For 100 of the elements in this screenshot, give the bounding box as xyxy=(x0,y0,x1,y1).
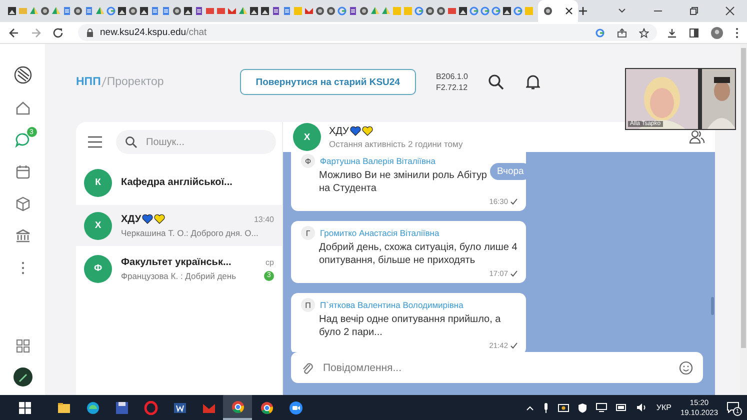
chat-list-item[interactable]: Х ХДУ 13:40 Черкашина Т. О.: Доброго дня. О... xyxy=(76,205,282,246)
message-text: Над вечір одне опитування прийшло, а було 2 пари... xyxy=(318,314,502,339)
people-icon[interactable] xyxy=(689,129,705,145)
address-field[interactable]: new.ksu24.kspu.edu/chat xyxy=(78,24,657,41)
close-icon[interactable] xyxy=(725,6,735,16)
document-icon xyxy=(160,6,170,16)
camera-icon[interactable] xyxy=(558,403,570,412)
chat-title: ХДУ xyxy=(329,126,349,136)
photo-icon xyxy=(458,6,468,16)
home-icon[interactable] xyxy=(14,100,30,116)
avatar: Г xyxy=(301,226,315,240)
smiley-icon[interactable] xyxy=(679,360,693,374)
breadcrumb-item: Проректор xyxy=(106,76,164,88)
globe-icon xyxy=(358,6,368,16)
search-input[interactable]: Пошук... xyxy=(144,136,244,148)
reload-icon[interactable] xyxy=(52,26,64,38)
globe-icon xyxy=(172,6,182,16)
google-icon xyxy=(490,6,500,16)
pen-button-icon[interactable] xyxy=(12,367,32,387)
document-icon xyxy=(62,6,72,16)
grid-icon[interactable] xyxy=(16,339,30,353)
monitor-icon[interactable] xyxy=(596,403,608,412)
triangle-icon xyxy=(380,6,390,16)
microphone-icon[interactable] xyxy=(543,402,550,412)
language-indicator[interactable]: УКР xyxy=(656,403,672,412)
square-icon xyxy=(392,6,402,16)
form-icon xyxy=(348,6,358,16)
share-icon[interactable] xyxy=(617,28,627,38)
menu-icon[interactable] xyxy=(735,26,739,38)
browser-tab[interactable] xyxy=(538,0,578,22)
square-icon xyxy=(524,6,534,16)
chat-list-item[interactable]: К Кафедра англійської... xyxy=(76,162,282,203)
speaker-icon[interactable] xyxy=(636,403,648,412)
chat-time: ср xyxy=(266,258,274,266)
google-icon xyxy=(468,6,478,16)
photo-icon xyxy=(116,6,126,16)
edge-icon xyxy=(86,400,100,414)
back-icon[interactable] xyxy=(8,26,20,38)
logo-icon[interactable] xyxy=(14,66,32,84)
close-icon[interactable] xyxy=(564,7,573,15)
photo-icon xyxy=(6,6,16,16)
message-input[interactable]: Повідомлення... xyxy=(321,360,671,374)
form-icon xyxy=(270,6,280,16)
chevron-up-icon[interactable] xyxy=(526,404,534,410)
google-icon xyxy=(336,6,346,16)
slash-icon xyxy=(100,76,107,88)
notification-icon[interactable] xyxy=(727,402,739,413)
old-site-button[interactable]: Повернутися на старий KSU24 xyxy=(240,69,416,95)
bell-icon[interactable] xyxy=(526,74,540,90)
mail-icon xyxy=(226,6,236,16)
scrollbar-thumb[interactable] xyxy=(711,297,714,315)
side-panel-icon[interactable] xyxy=(689,28,699,38)
message-preview: Французова К. : Добрий день xyxy=(121,270,236,280)
search-icon[interactable] xyxy=(488,74,504,90)
folder-icon xyxy=(56,400,70,414)
download-icon[interactable] xyxy=(667,28,677,38)
search-field[interactable]: Пошук... xyxy=(116,130,276,154)
google-icon[interactable] xyxy=(595,28,605,38)
version-text: F2.72.12 xyxy=(436,82,468,93)
battery-icon[interactable] xyxy=(616,404,628,411)
message-field[interactable]: Повідомлення... xyxy=(291,352,703,383)
google-icon xyxy=(414,6,424,16)
message-preview: Черкашина Т. О.: Доброго дня. О... xyxy=(121,228,258,238)
avatar-icon[interactable] xyxy=(711,26,723,38)
triangle-icon xyxy=(370,6,380,16)
cube-icon[interactable] xyxy=(14,196,30,212)
chrome-icon xyxy=(230,400,244,414)
star-icon[interactable] xyxy=(639,28,649,38)
triangle-icon xyxy=(28,6,38,16)
square-icon xyxy=(402,6,412,16)
folder-icon xyxy=(18,6,28,16)
taskbar-app[interactable] xyxy=(223,395,252,420)
chat-title: Факультет українськ... xyxy=(121,256,232,268)
chat-icon[interactable] xyxy=(14,132,30,148)
form-icon xyxy=(194,6,204,16)
plus-icon[interactable] xyxy=(578,6,588,16)
bank-icon[interactable] xyxy=(14,228,30,244)
mail-icon xyxy=(304,6,314,16)
windows-start-icon[interactable] xyxy=(18,402,30,414)
google-icon xyxy=(512,6,522,16)
chat-title: ХДУ xyxy=(121,214,142,224)
paperclip-icon[interactable] xyxy=(301,360,313,374)
video-camera-icon xyxy=(288,400,302,414)
floppy-icon xyxy=(114,400,128,414)
menu-icon[interactable] xyxy=(88,136,102,148)
chat-time: 13:40 xyxy=(254,214,274,224)
lock-icon xyxy=(86,28,94,38)
google-icon xyxy=(480,6,490,16)
avatar: К xyxy=(84,168,112,196)
scrollbar-thumb[interactable] xyxy=(741,48,746,348)
search-icon xyxy=(125,136,137,148)
message-text: Можливо Ви не змінили роль Абітур на Студента xyxy=(318,170,488,195)
globe-icon xyxy=(543,6,554,16)
calendar-icon[interactable] xyxy=(14,164,30,180)
version-text: B206.1.0 xyxy=(436,71,468,82)
avatar: Ф xyxy=(301,154,315,168)
restore-icon[interactable] xyxy=(689,6,699,16)
photo-icon xyxy=(182,6,192,16)
shield-icon[interactable] xyxy=(578,402,588,412)
slides-icon xyxy=(446,6,456,16)
